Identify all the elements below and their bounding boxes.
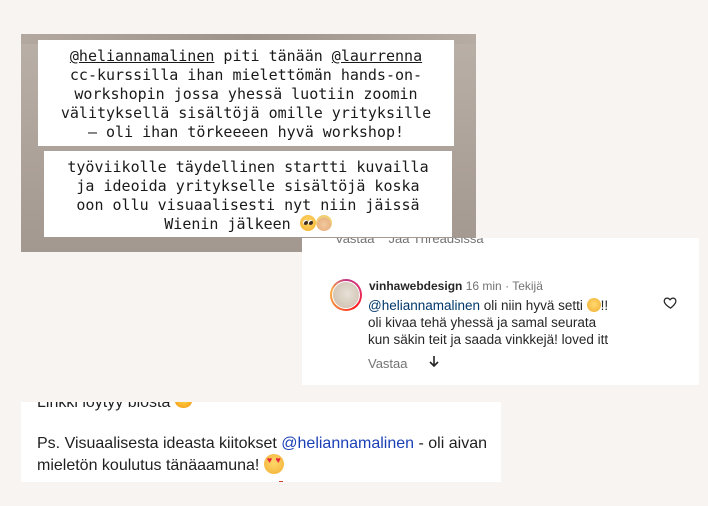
download-arrow-icon[interactable] <box>429 356 439 371</box>
comment-header: vinhawebdesign 16 min · Tekijä <box>369 279 543 293</box>
bio-link-text: Linkki löytyy biosta <box>37 402 175 411</box>
woman-blonde-icon <box>315 215 332 231</box>
story-text-block-2: työviikolle täydellinen startti kuvailla… <box>44 151 452 237</box>
author-badge: Tekijä <box>512 279 543 293</box>
fire-icon <box>174 402 192 408</box>
heart-eyes-icon <box>263 454 284 474</box>
story-line: välityksellä sisältöjä omille yrityksill… <box>60 104 432 122</box>
red-mark <box>279 481 283 482</box>
story-line: Wienin jälkeen <box>164 215 300 233</box>
pleading-face-icon <box>299 215 316 231</box>
comment-line: oli niin hyvä setti <box>480 298 587 313</box>
blog-text: Ps. Visuaalisesta ideasta kiitokset <box>37 435 282 452</box>
reply-button[interactable]: Vastaa <box>368 356 408 371</box>
comment-username[interactable]: vinhawebdesign <box>369 279 462 293</box>
avatar[interactable] <box>330 279 362 311</box>
meta-separator: · <box>501 279 513 293</box>
story-line: workshopin jossa yhessä luotiin zoomin <box>74 85 418 103</box>
story-mention-laurrenna[interactable]: @laurrenna <box>332 47 422 65</box>
comment-line: kun säkin teit ja saada vinkkejä! loved … <box>368 332 609 347</box>
share-threads-button[interactable]: Jaa Threadsissa <box>389 238 484 246</box>
story-line: cc-kurssilla ihan mielettömän hands-on- <box>69 66 423 84</box>
blog-text-snippet: Linkki löytyy biosta Ps. Visuaalisesta i… <box>21 402 501 482</box>
story-mention-helianna[interactable]: @heliannamalinen <box>70 47 215 65</box>
relieved-face-icon <box>586 298 601 312</box>
story-text: piti tänään <box>214 47 332 65</box>
comment-line-end: !! <box>600 298 609 313</box>
comment-line: oli kivaa tehä yhessä ja samal seurata <box>368 315 597 330</box>
story-line: ja ideoida yritykselle sisältöjä koska <box>76 177 420 195</box>
heart-icon[interactable] <box>663 295 678 310</box>
comment-text: @heliannamalinen oli niin hyvä setti !! … <box>368 297 658 348</box>
story-line: – oli ihan törkeeeen hyvä workshop! <box>87 123 405 141</box>
story-screenshot: @heliannamalinen piti tänään @laurrenna … <box>21 34 476 252</box>
comment-actions: Vastaa <box>368 356 439 371</box>
comment-card: Vastaa Jaa Threadsissa vinhawebdesign 16 … <box>302 238 699 385</box>
story-line: työviikolle täydellinen startti kuvailla <box>67 158 429 176</box>
blog-cut-line: Linkki löytyy biosta <box>37 402 192 413</box>
comment-mention[interactable]: @heliannamalinen <box>368 298 480 313</box>
blog-mention-link[interactable]: @heliannamalinen <box>281 435 414 452</box>
comment-time: 16 min <box>465 279 502 293</box>
story-line: oon ollu visuaalisesti nyt niin jäissä <box>76 196 420 214</box>
reply-button-previous[interactable]: Vastaa <box>335 238 375 246</box>
previous-comment-actions: Vastaa Jaa Threadsissa <box>335 238 484 246</box>
story-text-block-1: @heliannamalinen piti tänään @laurrenna … <box>38 40 454 146</box>
blog-paragraph: Ps. Visuaalisesta ideasta kiitokset @hel… <box>37 433 497 476</box>
